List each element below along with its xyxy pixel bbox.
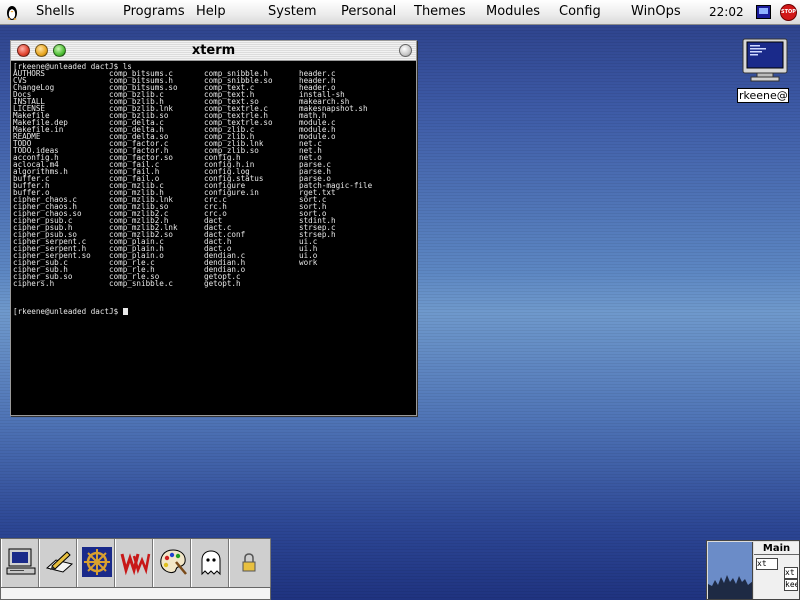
lock-icon xyxy=(242,553,256,572)
text-cursor xyxy=(122,308,128,315)
menu-help[interactable]: Help xyxy=(196,4,226,19)
window-title: xterm xyxy=(191,43,236,58)
stop-icon[interactable]: STOP xyxy=(780,4,797,21)
launcher-paint-button[interactable] xyxy=(153,539,191,587)
xterm-window[interactable]: xterm [rkeene@unleaded dactJ$ ls AUTHORS… xyxy=(10,40,417,416)
launcher-status-bar xyxy=(0,588,271,600)
launcher-ghost-button[interactable] xyxy=(191,539,229,587)
ghost-icon xyxy=(201,550,221,576)
menu-themes[interactable]: Themes xyxy=(414,4,466,19)
menu-winops[interactable]: WinOps xyxy=(631,4,681,19)
menu-modules[interactable]: Modules xyxy=(486,4,540,19)
prompt-text: [rkeene@unleaded dactJ$ xyxy=(13,307,123,316)
top-menubar: Shells Programs Help System Personal The… xyxy=(0,0,800,25)
menu-shells[interactable]: Shells xyxy=(36,4,75,19)
collapse-button[interactable] xyxy=(399,44,412,57)
monitor-icon[interactable] xyxy=(756,5,771,19)
pager-window-list: Main xt xt keen xyxy=(754,542,799,599)
menu-config[interactable]: Config xyxy=(559,4,601,19)
launcher-editor-button[interactable] xyxy=(39,539,77,587)
menu-system[interactable]: System xyxy=(268,4,316,19)
ls-column-1: AUTHORS CVS ChangeLog Docs INSTALL LICENSE Mak… xyxy=(13,70,91,288)
launcher-browser-button[interactable] xyxy=(77,539,115,587)
launcher-computer-button[interactable] xyxy=(1,539,39,587)
menu-programs[interactable]: Programs xyxy=(123,4,185,19)
pager-window-xterm[interactable]: xt xyxy=(756,558,778,570)
paint-palette-icon xyxy=(160,549,187,575)
landscape-thumbnail xyxy=(708,542,752,599)
launcher-lock-button[interactable] xyxy=(229,539,271,587)
launcher-panel xyxy=(0,538,271,600)
ls-column-3: comp_snibble.h comp_snibble.so comp_text.c… xyxy=(204,70,273,288)
desktop-icon-label: rkeene@n xyxy=(737,88,789,103)
file-entry: getopt.h xyxy=(204,279,241,288)
clock: 22:02 xyxy=(709,5,744,19)
menu-personal[interactable]: Personal xyxy=(341,4,396,19)
netscape-helm-icon xyxy=(82,547,112,577)
launcher-buttons xyxy=(0,538,271,588)
launcher-wordprocessor-button[interactable] xyxy=(115,539,153,587)
window-titlebar[interactable]: xterm xyxy=(11,41,416,61)
word-processor-icon xyxy=(120,553,151,576)
file-entry: work xyxy=(299,258,318,267)
ls-column-2: comp_bitsums.c comp_bitsums.h comp_bitsums… xyxy=(109,70,178,288)
prompt-line-current[interactable]: [rkeene@unleaded dactJ$ xyxy=(13,308,128,315)
penguin-menu-icon[interactable] xyxy=(3,3,21,21)
ls-column-4: header.c header.h header.o install-sh makear… xyxy=(299,70,372,267)
text-editor-icon xyxy=(45,551,74,573)
pager-desk-name[interactable]: Main xyxy=(754,542,799,555)
pager-window-xterm-2[interactable]: xt xyxy=(784,567,798,579)
computer-icon xyxy=(6,548,36,575)
desktop-pager[interactable]: Main xt xt keen xyxy=(706,540,800,600)
pager-desktop-preview[interactable] xyxy=(708,542,753,599)
file-entry: ciphers.h xyxy=(13,279,55,288)
terminal-output[interactable]: [rkeene@unleaded dactJ$ ls AUTHORS CVS Cha… xyxy=(13,63,415,413)
pager-window-rkeene[interactable]: keen xyxy=(784,579,798,591)
file-entry: comp_snibble.c xyxy=(109,279,174,288)
monitor-icon[interactable] xyxy=(741,38,789,82)
